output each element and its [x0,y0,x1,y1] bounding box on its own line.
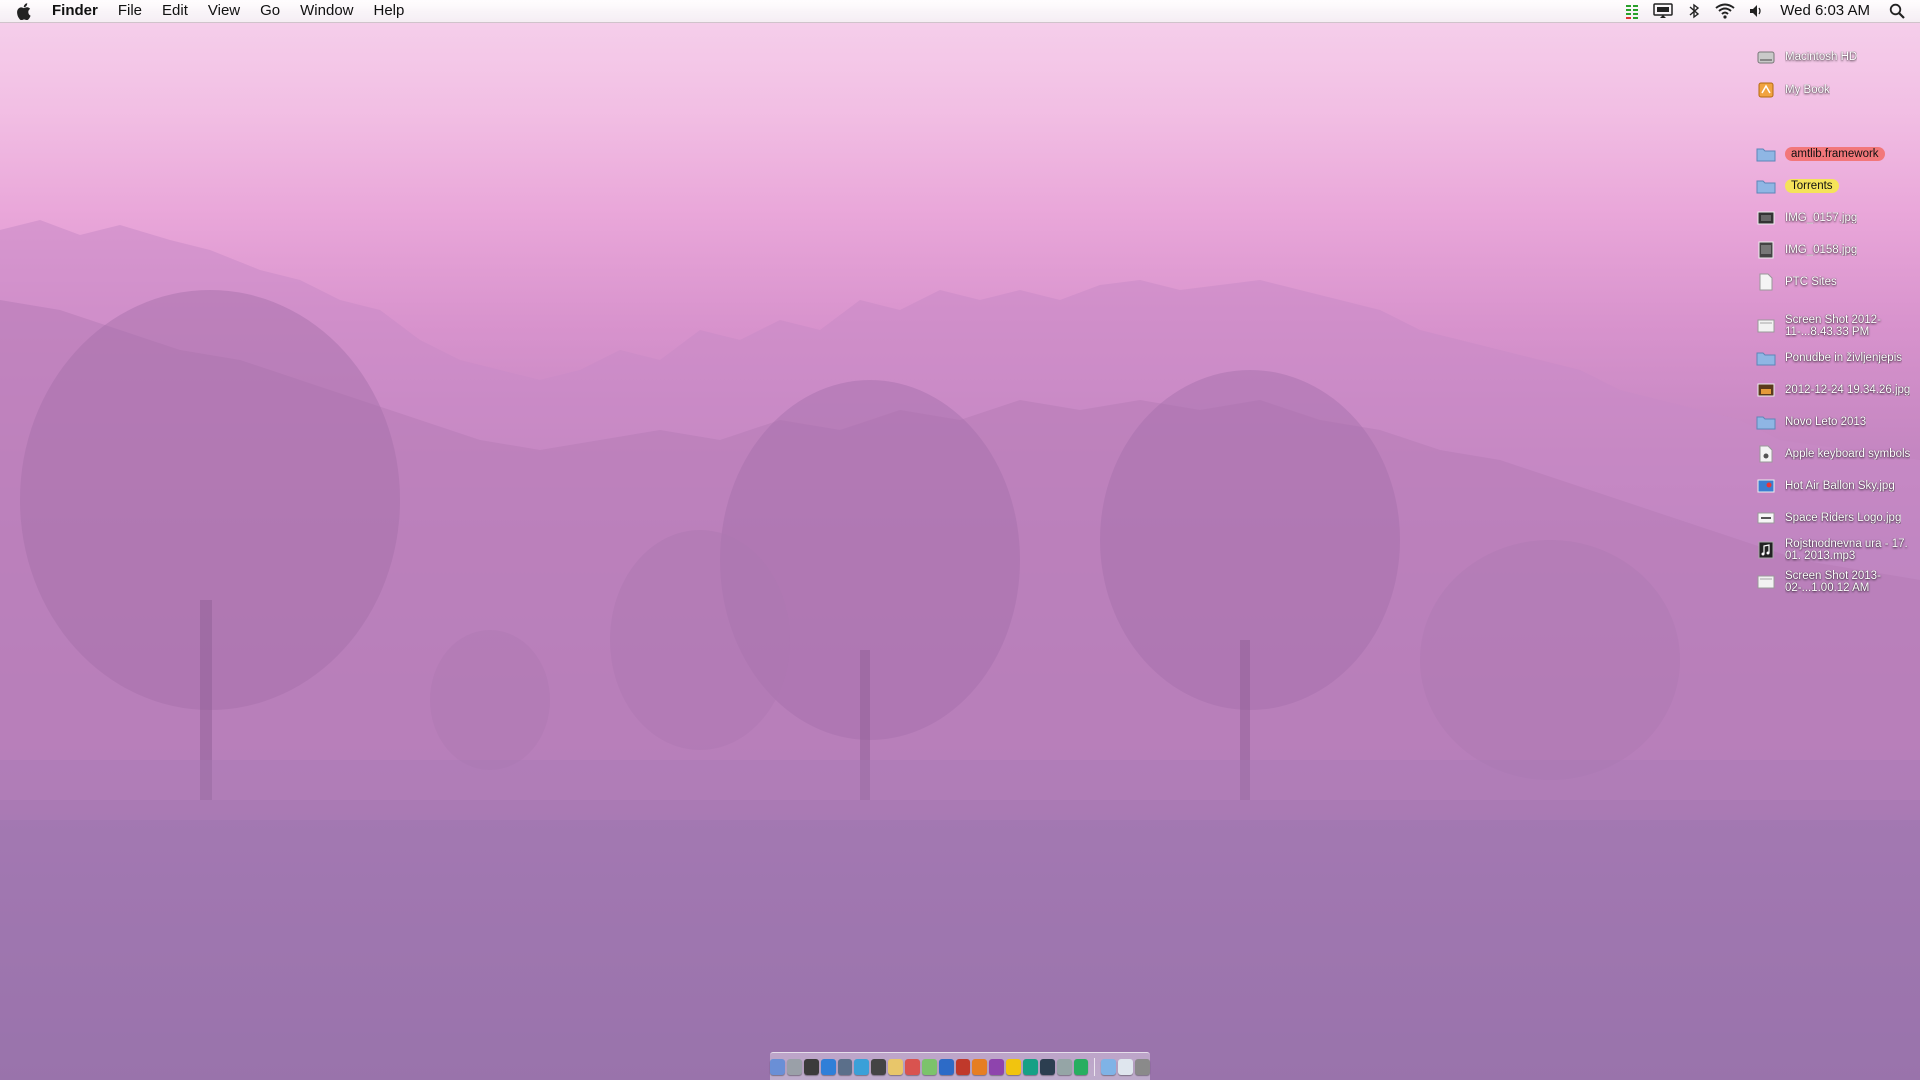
photo-booth-icon[interactable] [871,1059,887,1075]
desktop-item-label: Screen Shot 2013-02-...1.00.12 AM [1785,570,1881,594]
document-icon [1756,444,1776,464]
bluetooth-icon[interactable] [1680,0,1708,22]
desktop-item-label: Novo Leto 2013 [1785,416,1867,428]
messages-icon[interactable] [921,1059,937,1075]
utility-app-icon[interactable] [1073,1059,1089,1075]
image-thumbnail-icon [1756,380,1776,400]
menu-file[interactable]: File [108,0,152,22]
photo-app-icon[interactable] [955,1059,971,1075]
desktop-item-label: Screen Shot 2012-11-...8.43.33 PM [1785,314,1881,338]
desktop-item-ponudbe[interactable]: Ponudbe in življenjepis [1752,343,1920,373]
wifi-icon[interactable] [1708,0,1742,22]
desktop-item-label: IMG_0157.jpg [1785,212,1858,224]
desktop-item-label: Apple keyboard symbols [1785,448,1911,460]
menu-edit[interactable]: Edit [152,0,198,22]
app-store-icon[interactable] [854,1059,870,1075]
dock-separator [1094,1058,1096,1076]
desktop-item-label: IMG_0158.jpg [1785,244,1858,256]
desktop-item-label: My Book [1785,84,1830,96]
screenshot-icon [1756,316,1776,336]
desktop-item-macintosh-hd[interactable]: Macintosh HD [1752,42,1920,72]
system-preferences-icon[interactable] [1056,1059,1072,1075]
trash-icon[interactable] [1135,1059,1150,1075]
spotlight-icon[interactable] [1882,0,1912,22]
volume-icon[interactable] [1742,0,1770,22]
menu-bar: Finder File Edit View Go Window Help Wed… [0,0,1920,23]
desktop-item-label: Space Riders Logo.jpg [1785,512,1902,524]
chrome-icon[interactable] [1006,1059,1021,1075]
menu-window[interactable]: Window [290,0,363,22]
desktop-item-label: Macintosh HD [1785,51,1858,63]
desktop-item-hot-air-ballon[interactable]: Hot Air Ballon Sky.jpg [1752,471,1920,501]
desktop-item-photo-2012-12-24[interactable]: 2012-12-24 19.34.26.jpg [1752,375,1920,405]
documents-stack-icon[interactable] [1118,1059,1134,1075]
finder-icon[interactable] [770,1059,785,1075]
dock [770,1052,1150,1080]
applications-stack-icon[interactable] [1101,1059,1117,1075]
folder-icon [1756,144,1776,164]
desktop-item-label: 2012-12-24 19.34.26.jpg [1785,384,1911,396]
desktop-item-label: Ponudbe in življenjepis [1785,352,1902,364]
desktop-item-label: Rojstnodnevna ura - 17. 01. 2013.mp3 [1785,538,1908,562]
folder-icon [1756,176,1776,196]
desktop-item-ptc-sites[interactable]: PTC Sites [1752,267,1920,297]
desktop-item-label: amtlib.framework [1785,147,1885,161]
mail-icon[interactable] [837,1059,853,1075]
desktop-item-space-riders-logo[interactable]: Space Riders Logo.jpg [1752,503,1920,533]
safari-icon[interactable] [820,1059,836,1075]
apple-menu-icon[interactable] [0,0,46,22]
hard-drive-icon [1756,47,1776,67]
notes-icon[interactable] [888,1059,903,1075]
external-drive-icon [1756,80,1776,100]
desktop-icon-column: Macintosh HD My Book amtlib.framework To… [1752,28,1920,594]
desktop-item-img-0158[interactable]: IMG_0158.jpg [1752,235,1920,265]
launchpad-icon[interactable] [786,1059,802,1075]
desktop-item-label: PTC Sites [1785,276,1837,288]
image-thumbnail-icon [1756,240,1776,260]
airplay-display-icon[interactable] [1646,0,1680,22]
desktop-item-amtlib-framework[interactable]: amtlib.framework [1752,139,1920,169]
desktop-item-label: Hot Air Ballon Sky.jpg [1785,480,1895,492]
desktop-item-img-0157[interactable]: IMG_0157.jpg [1752,203,1920,233]
desktop-item-screen-shot-2012[interactable]: Screen Shot 2012-11-...8.43.33 PM [1752,311,1920,341]
desktop-item-apple-keyboard-symbols[interactable]: Apple keyboard symbols [1752,439,1920,469]
firefox-icon[interactable] [972,1059,988,1075]
music-file-icon [1756,540,1776,560]
screenshot-icon [1756,572,1776,592]
activity-meter-icon[interactable] [1618,0,1646,22]
itunes-icon[interactable] [938,1059,954,1075]
folder-icon [1756,348,1776,368]
desktop-item-my-book[interactable]: My Book [1752,75,1920,105]
wallpaper-misty-forest [0,220,1920,1080]
desktop[interactable]: Finder File Edit View Go Window Help Wed… [0,0,1920,1080]
image-thumbnail-icon [1756,508,1776,528]
menu-bar-clock[interactable]: Wed 6:03 AM [1770,0,1882,22]
image-thumbnail-icon [1756,208,1776,228]
folder-icon [1756,412,1776,432]
mission-control-icon[interactable] [803,1059,819,1075]
menu-help[interactable]: Help [364,0,415,22]
document-icon [1756,272,1776,292]
calendar-icon[interactable] [904,1059,920,1075]
desktop-item-torrents[interactable]: Torrents [1752,171,1920,201]
terminal-icon[interactable] [1039,1059,1055,1075]
media-app-icon[interactable] [989,1059,1005,1075]
menu-finder[interactable]: Finder [46,0,108,22]
desktop-item-label: Torrents [1785,179,1839,193]
desktop-item-novo-leto-2013[interactable]: Novo Leto 2013 [1752,407,1920,437]
desktop-item-screen-shot-2013[interactable]: Screen Shot 2013-02-...1.00.12 AM [1752,567,1920,597]
desktop-item-rojstnodnevna-ura[interactable]: Rojstnodnevna ura - 17. 01. 2013.mp3 [1752,535,1920,565]
preview-icon[interactable] [1022,1059,1038,1075]
image-thumbnail-icon [1756,476,1776,496]
menu-view[interactable]: View [198,0,250,22]
menu-go[interactable]: Go [250,0,290,22]
